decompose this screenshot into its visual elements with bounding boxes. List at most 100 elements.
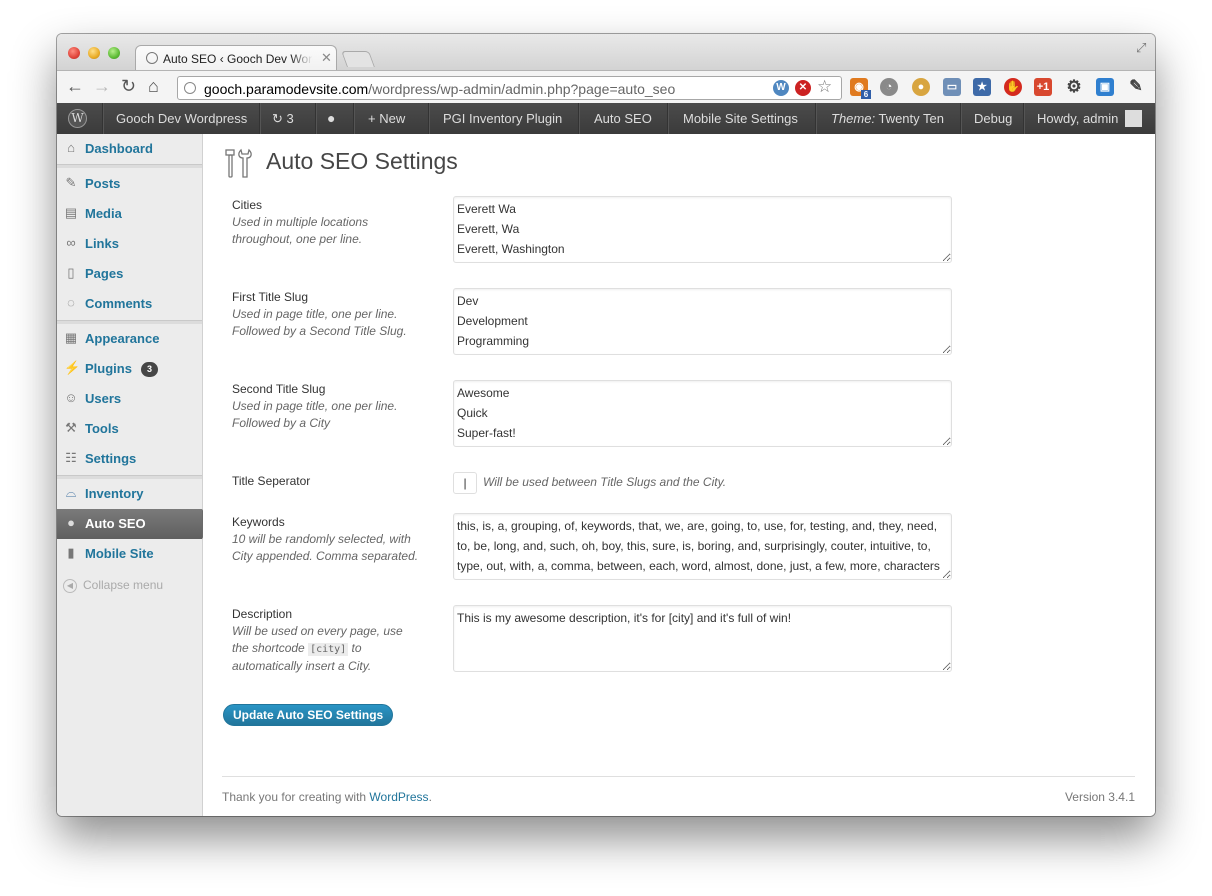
close-window-button[interactable]: [68, 47, 80, 59]
plus-icon: +: [368, 111, 376, 126]
forward-button[interactable]: →: [93, 76, 111, 96]
second-title-slug-textarea[interactable]: Awesome Quick Super-fast!: [453, 380, 952, 447]
media-icon: ▤: [64, 205, 78, 220]
sidebar-item-label: Auto SEO: [85, 516, 146, 531]
cities-label: Cities: [232, 198, 263, 212]
pin-icon: ✎: [65, 175, 77, 190]
adminbar-new[interactable]: + New: [368, 103, 405, 134]
comment-bubble-icon[interactable]: ●: [327, 103, 335, 134]
users-icon: ☺: [64, 390, 78, 405]
title-separator-input[interactable]: [453, 472, 477, 494]
star-icon[interactable]: ☆: [817, 77, 832, 97]
main-content: Auto SEO Settings Cities Used in multipl…: [203, 134, 1155, 816]
reload-button[interactable]: ↻: [121, 76, 136, 96]
link-icon: ∞: [66, 235, 76, 250]
collapse-menu-label: Collapse menu: [83, 578, 164, 592]
adminbar-debug[interactable]: Debug: [974, 103, 1012, 134]
zoom-window-button[interactable]: [108, 47, 120, 59]
first-title-slug-description: Used in page title, one per line. Follow…: [232, 307, 407, 338]
tools-icon: ⚒: [65, 420, 77, 435]
sidebar-item-pages[interactable]: ▯ Pages: [57, 259, 202, 289]
sidebar-item-appearance[interactable]: ▦ Appearance: [57, 324, 202, 354]
wordpress-icon[interactable]: W: [773, 80, 789, 96]
wrench-icon[interactable]: ✎: [1127, 78, 1145, 96]
sidebar-item-settings[interactable]: ☷ Settings: [57, 444, 202, 474]
sidebar-item-plugins[interactable]: ⚡ Plugins 3: [57, 354, 202, 384]
adminbar-mobile-site-settings[interactable]: Mobile Site Settings: [683, 103, 798, 134]
second-title-slug-label: Second Title Slug: [232, 382, 326, 396]
adminbar-site-name[interactable]: Gooch Dev Wordpress: [116, 103, 247, 134]
sidebar-item-comments[interactable]: ◌ Comments: [57, 289, 202, 319]
settings-extension-icon[interactable]: ⚙: [1065, 78, 1083, 96]
sidebar-item-auto-seo[interactable]: ● Auto SEO: [57, 509, 211, 539]
cities-textarea[interactable]: Everett Wa Everett, Wa Everett, Washingt…: [453, 196, 952, 263]
sidebar-item-label: Media: [85, 206, 122, 221]
keywords-label: Keywords: [232, 515, 285, 529]
sidebar-item-label: Links: [85, 236, 119, 251]
settings-icon: ☷: [65, 450, 77, 465]
tab-strip: Auto SEO ‹ Gooch Dev Wordp ✕ ⤢: [57, 34, 1155, 70]
sidebar-item-dashboard[interactable]: ⌂ Dashboard: [57, 134, 202, 164]
sidebar-item-users[interactable]: ☺ Users: [57, 384, 202, 414]
new-tab-button[interactable]: [341, 51, 375, 67]
wp-admin-bar: W Gooch Dev Wordpress ↻ 3 ● + New PGI In…: [57, 103, 1155, 134]
window-extension-icon[interactable]: ▭: [943, 78, 961, 96]
globe-icon: [146, 52, 158, 64]
sidebar-item-label: Comments: [85, 296, 153, 311]
wordpress-logo-icon[interactable]: W: [68, 109, 87, 128]
minimize-window-button[interactable]: [88, 47, 100, 59]
avatar[interactable]: [1125, 110, 1142, 127]
sidebar-item-tools[interactable]: ⚒ Tools: [57, 414, 202, 444]
adminbar-howdy[interactable]: Howdy, admin: [1037, 103, 1118, 134]
page-title: Auto SEO Settings: [266, 148, 458, 174]
rss-badge: 6: [861, 90, 871, 99]
dashboard-icon: ⌂: [67, 140, 75, 155]
home-button[interactable]: ⌂: [148, 76, 159, 96]
appearance-icon: ▦: [64, 330, 78, 345]
title-separator-label: Title Seperator: [232, 474, 311, 488]
keywords-textarea[interactable]: this, is, a, grouping, of, keywords, tha…: [453, 513, 952, 580]
address-bar[interactable]: gooch.paramodevsite.com/wordpress/wp-adm…: [177, 76, 842, 100]
sidebar-item-label: Tools: [85, 421, 119, 436]
collapse-arrow-icon: ◀: [63, 578, 77, 593]
browser-window: Auto SEO ‹ Gooch Dev Wordp ✕ ⤢ ← → ↻ ⌂ g…: [57, 34, 1155, 816]
adminbar-updates[interactable]: ↻ 3: [272, 103, 294, 134]
fullscreen-icon[interactable]: ⤢: [1136, 40, 1146, 56]
sidebar-item-label: Pages: [85, 266, 124, 281]
adminbar-theme[interactable]: Theme: Twenty Ten: [831, 103, 944, 134]
admin-sidebar: ⌂ Dashboard ✎ Posts ▤ Media ∞ Links ▯ Pa…: [57, 134, 211, 816]
sidebar-item-label: Appearance: [85, 331, 160, 346]
wordpress-link[interactable]: WordPress: [369, 790, 428, 804]
adminbar-auto-seo[interactable]: Auto SEO: [594, 103, 652, 134]
pages-icon: ▯: [67, 265, 75, 280]
screen-extension-icon[interactable]: ▣: [1096, 78, 1114, 96]
google-plus-extension-icon[interactable]: +1: [1034, 78, 1052, 96]
sidebar-item-posts[interactable]: ✎ Posts: [57, 169, 202, 199]
gauge-extension-icon[interactable]: ◔: [880, 78, 898, 96]
sidebar-item-label: Settings: [85, 451, 137, 466]
blocked-icon[interactable]: ✕: [795, 80, 811, 96]
globe-icon: [184, 82, 196, 94]
cookie-extension-icon[interactable]: ●: [912, 78, 930, 96]
sidebar-item-label: Posts: [85, 176, 121, 191]
sidebar-item-media[interactable]: ▤ Media: [57, 199, 202, 229]
url-text[interactable]: gooch.paramodevsite.com/wordpress/wp-adm…: [204, 81, 675, 97]
update-settings-button[interactable]: Update Auto SEO Settings: [223, 704, 394, 726]
bookmark-extension-icon[interactable]: ★: [973, 78, 991, 96]
second-title-slug-description: Used in page title, one per line. Follow…: [232, 399, 398, 430]
sidebar-item-inventory[interactable]: ⌓ Inventory: [57, 479, 202, 509]
footer-thanks: Thank you for creating with WordPress.: [222, 790, 432, 804]
adminbar-pgi-inventory[interactable]: PGI Inventory Plugin: [443, 103, 562, 134]
adblock-extension-icon[interactable]: ✋: [1004, 78, 1022, 96]
comment-icon: ◌: [67, 295, 75, 310]
car-icon: ⌓: [65, 485, 77, 500]
back-button[interactable]: ←: [66, 76, 84, 96]
collapse-menu-button[interactable]: ◀ Collapse menu: [63, 578, 163, 593]
first-title-slug-textarea[interactable]: Dev Development Programming: [453, 288, 952, 355]
description-textarea[interactable]: This is my awesome description, it's for…: [453, 605, 952, 672]
sidebar-item-links[interactable]: ∞ Links: [57, 229, 202, 259]
close-tab-icon[interactable]: ✕: [321, 50, 332, 66]
sidebar-item-mobile-site[interactable]: ▮ Mobile Site: [57, 539, 202, 569]
browser-tab[interactable]: Auto SEO ‹ Gooch Dev Wordp ✕: [135, 45, 337, 70]
description-help: Will be used on every page, use the shor…: [232, 624, 403, 673]
